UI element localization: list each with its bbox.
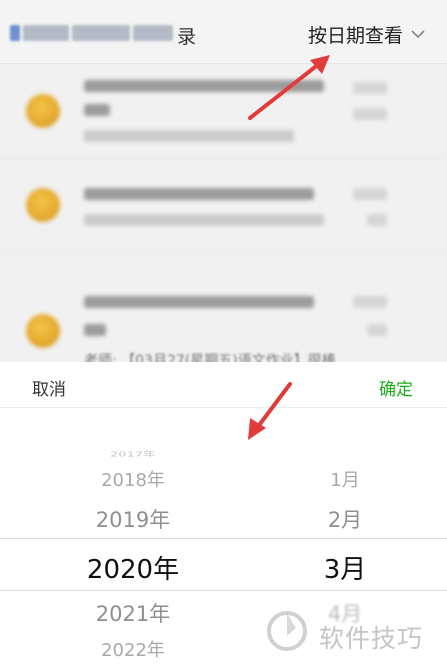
picker-toolbar: 取消 确定 [0, 362, 447, 408]
message-item[interactable] [0, 64, 447, 158]
year-option[interactable]: 2018年 [58, 466, 208, 492]
view-by-date-label: 按日期查看 [307, 24, 403, 47]
month-option-selected[interactable]: 3月 [270, 549, 420, 586]
date-picker-sheet: 取消 确定 2017年 2018年 2019年 2020年 2021年 2022… [0, 362, 447, 672]
cancel-button[interactable]: 取消 [32, 375, 66, 400]
background-page: 录 按日期查看 老师: 【03月27(星期五)语文作业】很棒 [0, 0, 447, 369]
year-option-selected[interactable]: 2020年 [58, 549, 208, 586]
page-title-suffix: 录 [177, 26, 197, 48]
screen: 录 按日期查看 老师: 【03月27(星期五)语文作业】很棒 取消 确定 201… [0, 0, 447, 672]
avatar [26, 314, 60, 348]
year-option[interactable]: 2017年 [58, 448, 208, 458]
picker-wheels[interactable]: 2017年 2018年 2019年 2020年 2021年 2022年 1月 2… [0, 408, 447, 672]
message-item[interactable] [0, 158, 447, 252]
chevron-down-icon [411, 30, 425, 39]
confirm-button[interactable]: 确定 [379, 375, 413, 400]
year-option[interactable]: 2022年 [58, 636, 208, 662]
message-item[interactable] [0, 252, 447, 362]
year-option[interactable]: 2021年 [58, 598, 208, 628]
page-header: 录 按日期查看 [0, 0, 447, 64]
month-option[interactable]: 2月 [270, 504, 420, 534]
avatar [26, 94, 60, 128]
month-option[interactable]: 4月 [270, 598, 420, 628]
year-option[interactable]: 2019年 [58, 504, 208, 534]
selection-line-top [0, 538, 447, 539]
view-by-date-button[interactable]: 按日期查看 [308, 20, 425, 48]
selection-line-bottom [0, 590, 447, 591]
avatar [26, 188, 60, 222]
month-option[interactable]: 1月 [270, 466, 420, 492]
blurred-title [10, 22, 176, 44]
